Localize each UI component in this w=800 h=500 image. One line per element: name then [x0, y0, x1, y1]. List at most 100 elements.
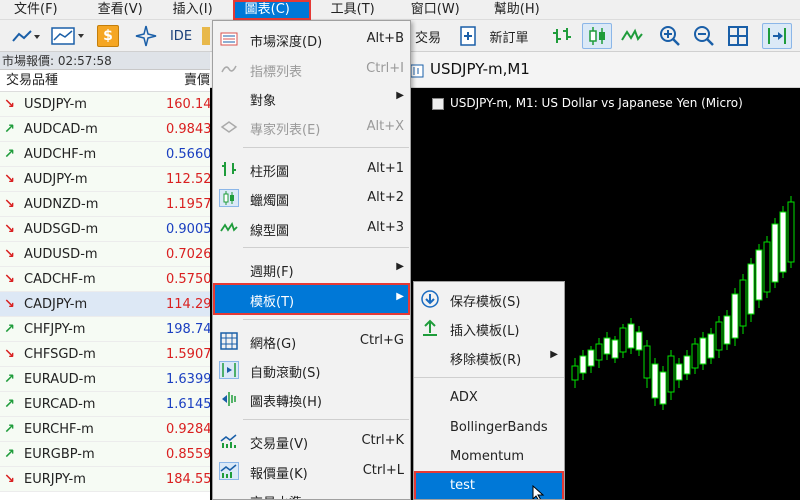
- candle-body: [723, 315, 731, 345]
- market-watch-row[interactable]: ↘ AUDJPY-m 112.520: [0, 167, 210, 192]
- tile-windows-button[interactable]: [724, 23, 752, 49]
- menu-item-tick-volumes[interactable]: 報價量(K) Ctrl+L: [213, 457, 410, 485]
- menu-item-auto-scroll[interactable]: 自動滾動(S): [213, 356, 410, 384]
- market-watch-columns: 交易品種 賣價: [0, 70, 210, 92]
- dollar-button[interactable]: $: [96, 23, 120, 49]
- menu-item-volumes[interactable]: 交易量(V) Ctrl+K: [213, 427, 410, 455]
- menu-item-candlestick[interactable]: 蠟燭圖 Alt+2: [213, 184, 410, 212]
- menu-view[interactable]: 查看(V): [86, 0, 155, 20]
- column-symbol[interactable]: 交易品種: [6, 70, 58, 92]
- symbol-name: EURCHF-m: [24, 422, 94, 437]
- market-watch-row[interactable]: ↘ USDJPY-m 160.143: [0, 92, 210, 117]
- submenu-item-template-bollinger[interactable]: BollingerBands: [414, 414, 564, 442]
- submenu-item-template-momentum[interactable]: Momentum: [414, 443, 564, 471]
- menu-window[interactable]: 窗口(W): [399, 0, 472, 20]
- candle-body: [659, 371, 667, 405]
- auto-scroll-icon: [219, 361, 239, 379]
- market-watch-row[interactable]: ↗ AUDCAD-m 0.98436: [0, 117, 210, 142]
- arrow-up-icon: ↗: [4, 422, 15, 437]
- sparkle-icon: [135, 25, 157, 47]
- market-watch-row[interactable]: ↘ AUDSGD-m 0.90050: [0, 217, 210, 242]
- bid-price: 0.85597: [166, 447, 210, 462]
- candle-body: [603, 337, 611, 355]
- candle-body: [675, 363, 683, 381]
- submenu-item-template-test[interactable]: test: [414, 471, 564, 499]
- menu-item-market-depth[interactable]: 市場深度(D) Alt+B: [213, 25, 410, 53]
- submenu-item-save-template[interactable]: 保存模板(S): [414, 285, 564, 313]
- market-watch-row[interactable]: ↘ AUDNZD-m 1.19570: [0, 192, 210, 217]
- candle-body: [635, 331, 643, 351]
- chart-type-button[interactable]: [8, 23, 44, 49]
- trade-label[interactable]: 交易: [412, 23, 444, 49]
- auto-scroll-toolbar-button[interactable]: [762, 23, 792, 49]
- chart-tab-title[interactable]: USDJPY-m,M1: [430, 60, 530, 78]
- market-watch-row[interactable]: ↗ EURGBP-m 0.85597: [0, 442, 210, 467]
- market-watch-row[interactable]: ↘ EURJPY-m 184.552: [0, 467, 210, 492]
- symbol-name: EURAUD-m: [24, 372, 97, 387]
- candlestick-icon: [589, 27, 605, 45]
- line-chart-icon: [219, 219, 239, 237]
- ide-button[interactable]: IDE: [166, 23, 196, 49]
- market-watch-row[interactable]: ↘ CHFSGD-m 1.59070: [0, 342, 210, 367]
- line-chart-toolbar-button[interactable]: [618, 23, 646, 49]
- submenu-item-load-template[interactable]: 插入模板(L): [414, 314, 564, 342]
- symbol-name: AUDCHF-m: [24, 147, 97, 162]
- menu-help[interactable]: 幫助(H): [482, 0, 552, 20]
- new-order-icon-button[interactable]: [456, 23, 480, 49]
- menu-item-template[interactable]: 模板(T) ▶: [213, 283, 410, 315]
- expert-advisors-button[interactable]: [132, 23, 160, 49]
- menu-item-objects[interactable]: 對象 ▶: [213, 84, 410, 112]
- menu-item-grid[interactable]: 網格(G) Ctrl+G: [213, 327, 410, 355]
- symbol-name: EURGBP-m: [24, 447, 95, 462]
- candle-body: [595, 343, 603, 361]
- bid-price: 114.298: [166, 297, 210, 312]
- market-watch-row[interactable]: ↗ EURCHF-m 0.92847: [0, 417, 210, 442]
- menu-item-period[interactable]: 週期(F) ▶: [213, 255, 410, 283]
- market-watch-row[interactable]: ↘ CADJPY-m 114.298: [0, 292, 210, 317]
- market-watch-row[interactable]: ↘ AUDUSD-m 0.70263: [0, 242, 210, 267]
- candlestick-icon: [219, 189, 239, 207]
- submenu-item-remove-template[interactable]: 移除模板(R) ▶: [414, 343, 564, 371]
- column-bid[interactable]: 賣價: [184, 70, 210, 92]
- trade-levels-icon: [219, 491, 239, 499]
- mouse-cursor-icon: [532, 485, 545, 499]
- market-watch-row[interactable]: ↗ EURAUD-m 1.63995: [0, 367, 210, 392]
- bid-price: 0.70263: [166, 247, 210, 262]
- save-template-icon: [420, 289, 440, 309]
- menu-item-bar-chart[interactable]: 柱形圖 Alt+1: [213, 155, 410, 183]
- chart-menu-dropdown: 市場深度(D) Alt+B 指標列表 Ctrl+I 對象 ▶ 專家列表(E) A…: [212, 20, 411, 500]
- candlestick-toolbar-button[interactable]: [582, 23, 612, 49]
- candle-body: [787, 201, 795, 263]
- bar-chart-toolbar-button[interactable]: [548, 23, 576, 49]
- submenu-item-template-adx[interactable]: ADX: [414, 384, 564, 412]
- new-order-button[interactable]: 新訂單: [486, 23, 532, 49]
- load-template-icon: [420, 318, 440, 338]
- menu-tools[interactable]: 工具(T): [319, 0, 387, 20]
- indicator-list-icon: [219, 60, 239, 78]
- zoom-out-button[interactable]: [690, 23, 718, 49]
- market-watch-row[interactable]: ↗ AUDCHF-m 0.56605: [0, 142, 210, 167]
- market-watch-row[interactable]: ↗ CHFJPY-m 198.745: [0, 317, 210, 342]
- template-icon: [51, 27, 84, 45]
- menu-item-trade-levels[interactable]: 交易水準: [213, 486, 410, 499]
- candle-body: [731, 293, 739, 339]
- menu-item-expert-list[interactable]: 專家列表(E) Alt+X: [213, 113, 410, 141]
- bid-price: 0.57503: [166, 272, 210, 287]
- chart-shift-icon: [219, 390, 239, 408]
- candle-body: [587, 349, 595, 367]
- submenu-arrow-icon: ▶: [396, 90, 404, 101]
- market-watch-row[interactable]: ↘ CADCHF-m 0.57503: [0, 267, 210, 292]
- bid-price: 0.98436: [166, 122, 210, 137]
- symbol-name: CHFSGD-m: [24, 347, 96, 362]
- candle-body: [683, 355, 691, 375]
- menu-item-indicator-list[interactable]: 指標列表 Ctrl+I: [213, 55, 410, 83]
- menu-insert[interactable]: 插入(I): [161, 0, 225, 20]
- menu-file[interactable]: 文件(F): [2, 0, 70, 20]
- zoom-in-button[interactable]: [656, 23, 684, 49]
- template-toolbar-button[interactable]: [48, 23, 88, 49]
- menu-item-line-chart[interactable]: 線型圖 Alt+3: [213, 214, 410, 242]
- menu-item-chart-shift[interactable]: 圖表轉換(H): [213, 385, 410, 413]
- menu-chart[interactable]: 圖表(C): [232, 0, 311, 20]
- candle-body: [715, 321, 723, 351]
- market-watch-row[interactable]: ↗ EURCAD-m 1.61453: [0, 392, 210, 417]
